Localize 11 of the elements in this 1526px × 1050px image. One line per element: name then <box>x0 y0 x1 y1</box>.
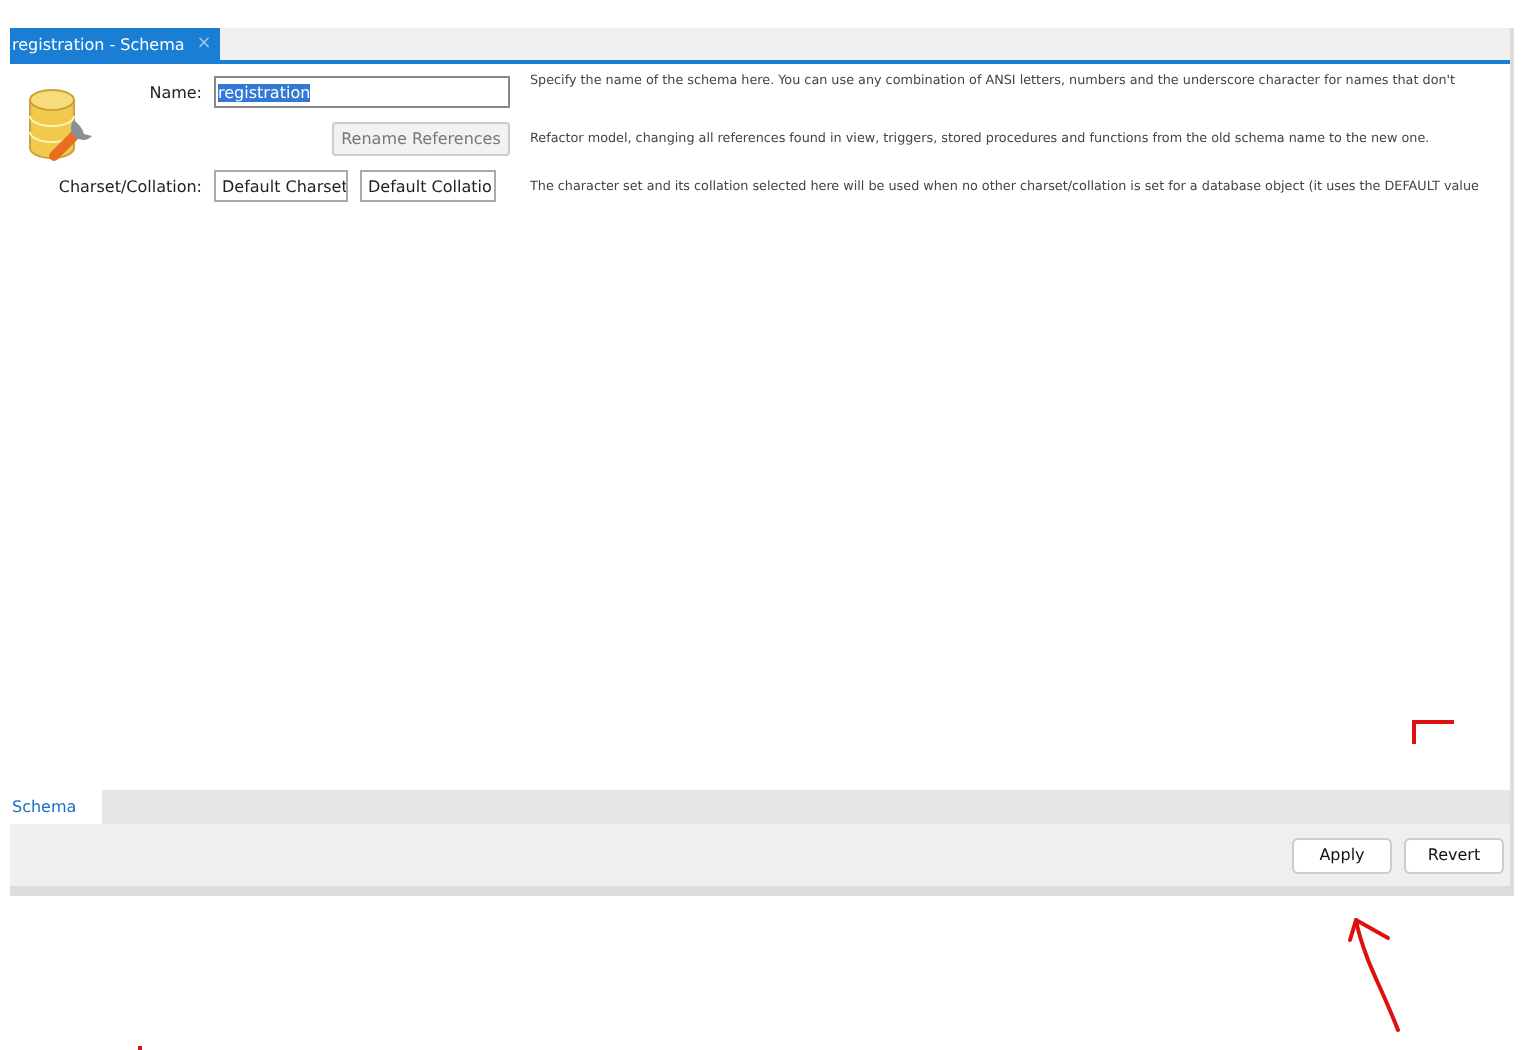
action-button[interactable]: Apply <box>1292 837 1392 873</box>
charset-label: Charset/Collation: <box>56 177 202 195</box>
arrow-annotation <box>1348 918 1400 1032</box>
panel-tab[interactable]: Schema <box>10 790 103 824</box>
name-label: Name: <box>147 83 202 101</box>
action-button[interactable]: Revert <box>1404 837 1504 873</box>
corner-mark <box>1412 720 1454 744</box>
dot-mark <box>138 1046 142 1050</box>
dropdown[interactable]: Default Collatio <box>360 170 496 202</box>
document-tab[interactable]: registration - Schema × <box>10 28 220 60</box>
name-field[interactable]: registration <box>214 76 510 108</box>
